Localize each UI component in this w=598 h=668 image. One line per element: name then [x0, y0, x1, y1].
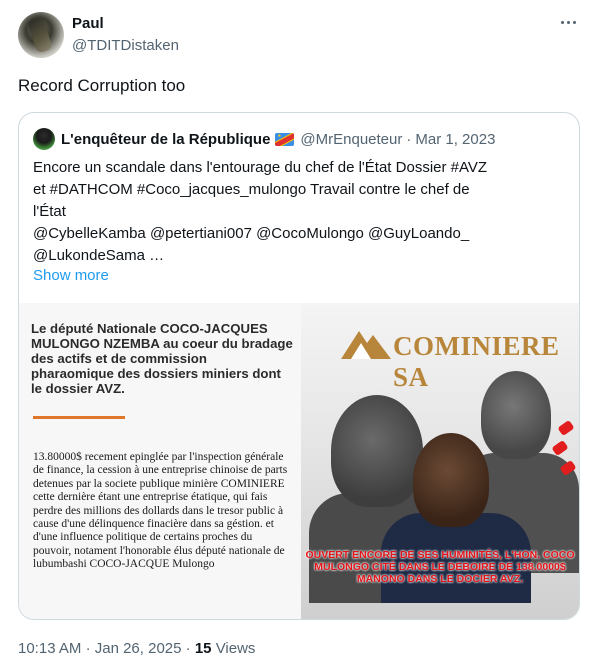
quoted-text-line: @CybelleKamba @petertiani007 @CocoMulong… [33, 225, 470, 242]
author-avatar[interactable] [18, 12, 64, 58]
person-silhouette [413, 433, 489, 527]
quoted-tweet-text: Encore un scandale dans l'entourage du c… [33, 157, 565, 267]
person-silhouette [481, 371, 551, 459]
separator-dot: · [406, 130, 412, 148]
tweet-footer: 10:13 AM · Jan 26, 2025 · 15 Views [18, 640, 255, 657]
quoted-text-line: Encore un scandale dans l'entourage du c… [33, 159, 488, 176]
quoted-author-avatar[interactable] [33, 128, 55, 150]
author-handle[interactable]: @TDITDistaken [72, 37, 179, 54]
media-article-image: Le député Nationale COCO-JACQUES MULONGO… [19, 303, 301, 619]
separator-dot: · [85, 640, 91, 657]
author-name[interactable]: Paul [72, 15, 104, 32]
quoted-text-line: et #DATHCOM #Coco_jacques_mulongo Travai… [33, 181, 470, 198]
views-label[interactable]: Views [216, 640, 256, 657]
show-more-link[interactable]: Show more [33, 267, 109, 284]
tweet-date[interactable]: Jan 26, 2025 [95, 640, 182, 657]
quoted-text-line: l'État [33, 203, 66, 220]
tweet-time[interactable]: 10:13 AM [18, 640, 81, 657]
mountain-logo-icon [341, 331, 391, 359]
media-logo-text: COMINIERE SA [393, 331, 560, 392]
drc-flag-icon [275, 132, 295, 146]
media-photo: COMINIERE SA OUVERT ENCORE DE SES HUMINI… [301, 303, 579, 619]
tweet-text: Record Corruption too [18, 76, 186, 95]
divider [33, 416, 125, 419]
separator-dot: · [185, 640, 191, 657]
quoted-author-name[interactable]: L'enquêteur de la République [61, 131, 270, 148]
media-caption: OUVERT ENCORE DE SES HUMINITÉS, L'HON. C… [305, 549, 575, 585]
more-options-icon[interactable] [556, 12, 580, 32]
media-article-text: 13.80000$ recement epinglée par l'inspec… [33, 451, 288, 571]
quoted-text-line: @LukondeSama … [33, 247, 165, 264]
quoted-author-handle[interactable]: @MrEnqueteur [300, 131, 402, 148]
views-count[interactable]: 15 [195, 640, 212, 657]
red-accent-shapes [551, 419, 577, 483]
quoted-tweet-card[interactable]: L'enquêteur de la République @MrEnqueteu… [18, 112, 580, 620]
quoted-tweet-header: L'enquêteur de la République @MrEnqueteu… [33, 127, 495, 151]
quoted-media[interactable]: Le député Nationale COCO-JACQUES MULONGO… [19, 303, 579, 619]
media-headline: Le député Nationale COCO-JACQUES MULONGO… [31, 321, 293, 396]
person-silhouette [331, 395, 423, 507]
quoted-tweet-date[interactable]: Mar 1, 2023 [415, 131, 495, 148]
